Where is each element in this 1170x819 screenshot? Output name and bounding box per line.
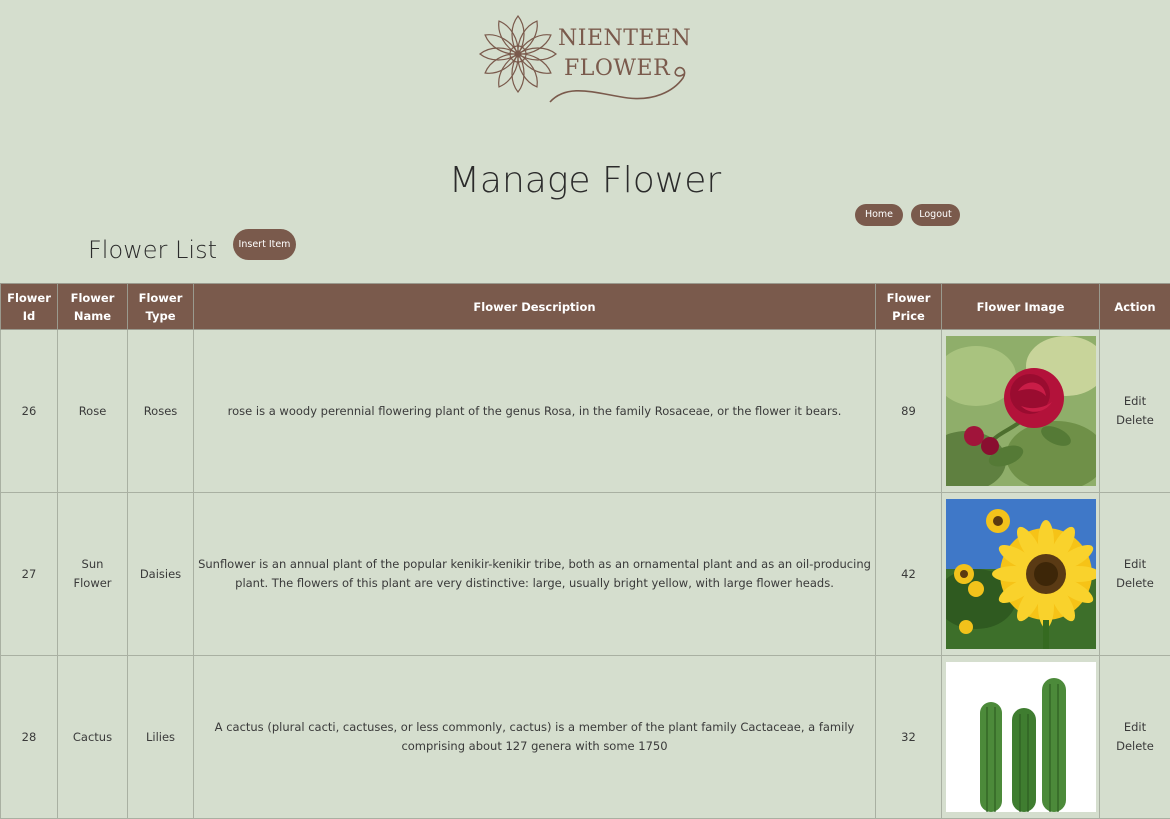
sunflower-image	[946, 499, 1096, 649]
cell-action: Edit Delete	[1100, 656, 1170, 819]
header-flower-type: Flower Type	[128, 284, 194, 330]
page-title: Manage Flower	[0, 160, 1170, 201]
home-button[interactable]: Home	[855, 204, 903, 226]
brand-logo: NIENTEEN FLOWER	[478, 12, 698, 107]
table-row: 26 Rose Roses rose is a woody perennial …	[1, 330, 1170, 493]
cell-flower-price: 32	[876, 656, 942, 819]
header-action: Action	[1100, 284, 1170, 330]
cactus-image	[946, 662, 1096, 812]
cell-flower-type: Roses	[128, 330, 194, 493]
cell-action: Edit Delete	[1100, 493, 1170, 656]
edit-link[interactable]: Edit	[1124, 720, 1146, 734]
table-row: 27 Sun Flower Daisies Sunflower is an an…	[1, 493, 1170, 656]
header-flower-description: Flower Description	[194, 284, 876, 330]
brand-name-line1: NIENTEEN	[558, 28, 691, 50]
cell-flower-id: 26	[1, 330, 58, 493]
header-flower-name: Flower Name	[58, 284, 128, 330]
insert-item-button[interactable]: Insert Item	[233, 229, 296, 260]
header-flower-price: Flower Price	[876, 284, 942, 330]
cell-flower-image	[942, 493, 1100, 656]
cell-flower-name: Rose	[58, 330, 128, 493]
delete-link[interactable]: Delete	[1116, 413, 1154, 427]
cell-flower-type: Lilies	[128, 656, 194, 819]
cell-flower-id: 28	[1, 656, 58, 819]
delete-link[interactable]: Delete	[1116, 739, 1154, 753]
cell-flower-image	[942, 330, 1100, 493]
cell-flower-name: Sun Flower	[58, 493, 128, 656]
cell-flower-type: Daisies	[128, 493, 194, 656]
cell-flower-name: Cactus	[58, 656, 128, 819]
list-title: Flower List	[88, 236, 217, 264]
table-row: 28 Cactus Lilies A cactus (plural cacti,…	[1, 656, 1170, 819]
lotus-mandala-icon	[478, 12, 568, 107]
cell-flower-price: 42	[876, 493, 942, 656]
delete-link[interactable]: Delete	[1116, 576, 1154, 590]
header-flower-id: Flower Id	[1, 284, 58, 330]
cell-flower-description: Sunflower is an annual plant of the popu…	[194, 493, 876, 656]
edit-link[interactable]: Edit	[1124, 394, 1146, 408]
logout-button[interactable]: Logout	[911, 204, 960, 226]
table-header-row: Flower Id Flower Name Flower Type Flower…	[1, 284, 1170, 330]
header-flower-image: Flower Image	[942, 284, 1100, 330]
brand-name-line2: FLOWER	[564, 58, 670, 80]
cell-flower-description: rose is a woody perennial flowering plan…	[194, 330, 876, 493]
cell-flower-id: 27	[1, 493, 58, 656]
rose-image	[946, 336, 1096, 486]
edit-link[interactable]: Edit	[1124, 557, 1146, 571]
cell-flower-image	[942, 656, 1100, 819]
flower-table: Flower Id Flower Name Flower Type Flower…	[0, 283, 1170, 819]
cell-flower-description: A cactus (plural cacti, cactuses, or les…	[194, 656, 876, 819]
cell-action: Edit Delete	[1100, 330, 1170, 493]
cell-flower-price: 89	[876, 330, 942, 493]
